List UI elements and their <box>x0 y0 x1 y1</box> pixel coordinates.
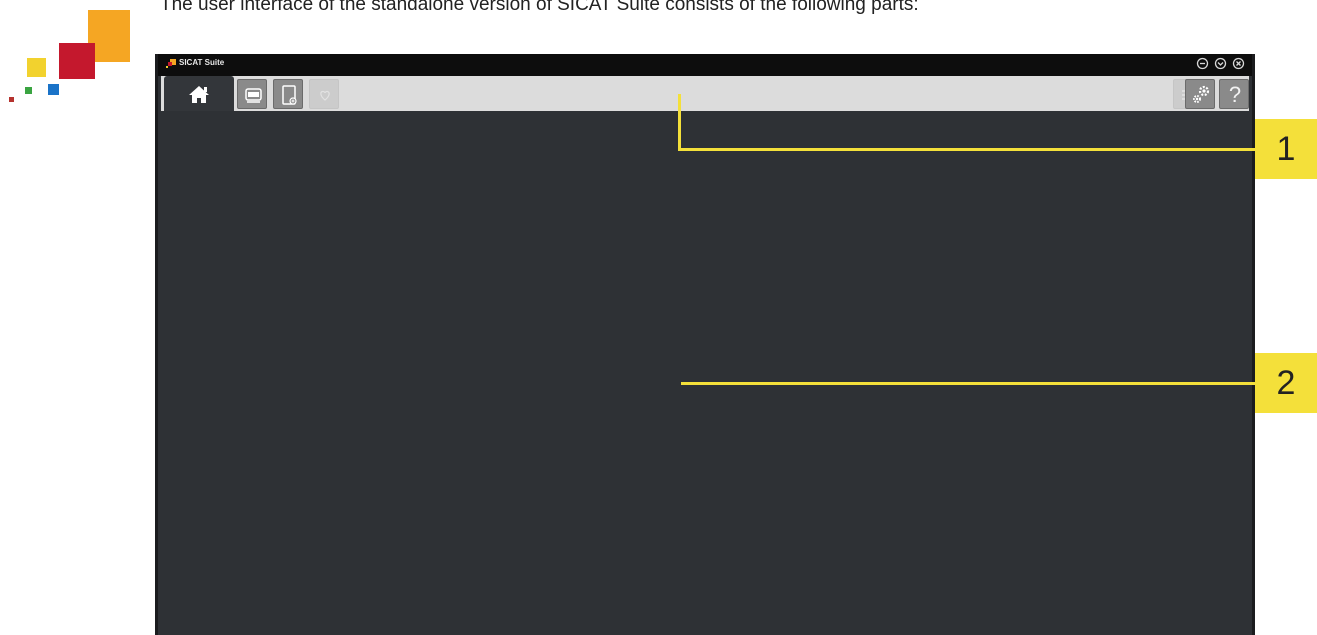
patient-records-icon <box>245 88 262 103</box>
title-bar: SICAT Suite <box>158 54 1252 76</box>
patient-records-button[interactable] <box>237 79 267 109</box>
app-window: SICAT Suite ? <box>155 54 1255 635</box>
heart-button <box>309 79 339 109</box>
callout-2-line <box>681 382 1258 385</box>
app-logo-icon <box>166 59 176 68</box>
settings-icon <box>1193 85 1210 103</box>
callout-1-line <box>678 94 681 151</box>
restore-icon[interactable] <box>1214 57 1227 70</box>
intro-text: The user interface of the standalone ver… <box>160 0 919 15</box>
new-document-icon <box>282 85 297 105</box>
close-icon[interactable] <box>1232 57 1245 70</box>
window-title: SICAT Suite <box>179 58 225 67</box>
workspace-area <box>158 111 1252 635</box>
home-tab[interactable] <box>164 76 234 111</box>
new-document-button[interactable] <box>273 79 303 109</box>
help-button[interactable]: ? <box>1219 79 1249 109</box>
callout-1-label: 1 <box>1255 119 1317 179</box>
help-icon: ? <box>1228 82 1242 107</box>
home-icon <box>189 86 209 103</box>
sicat-logo <box>0 0 140 140</box>
heart-icon <box>320 90 330 101</box>
navigation-bar: ? <box>161 76 1249 111</box>
minimize-icon[interactable] <box>1196 57 1209 70</box>
settings-button[interactable] <box>1185 79 1215 109</box>
callout-2-label: 2 <box>1255 353 1317 413</box>
callout-1-line <box>678 148 1258 151</box>
